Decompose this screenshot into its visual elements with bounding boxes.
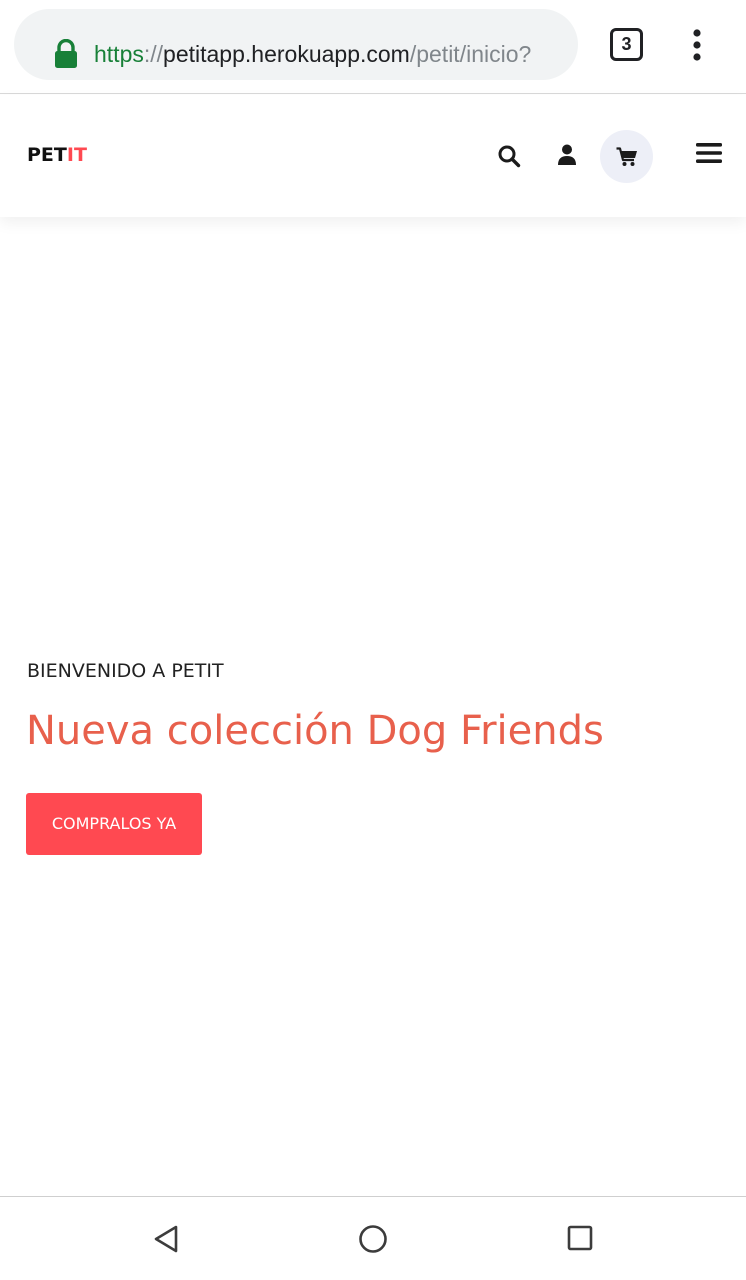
url-host: petitapp.herokuapp.com bbox=[163, 41, 410, 67]
kebab-menu-icon[interactable] bbox=[688, 28, 706, 62]
logo-part-pet: PET bbox=[27, 144, 67, 166]
home-icon[interactable] bbox=[358, 1224, 388, 1254]
cart-icon bbox=[616, 147, 637, 166]
lock-icon bbox=[55, 39, 77, 68]
buy-now-button[interactable]: COMPRALOS YA bbox=[26, 793, 202, 855]
site-logo[interactable]: PETIT bbox=[27, 143, 87, 167]
url-separator: :// bbox=[143, 41, 164, 67]
recents-icon[interactable] bbox=[567, 1225, 593, 1251]
user-icon[interactable] bbox=[557, 144, 577, 166]
site-header: PETIT bbox=[0, 95, 746, 217]
address-bar[interactable]: https://petitapp.herokuapp.com/petit/ini… bbox=[14, 9, 578, 80]
tab-switcher-button[interactable]: 3 bbox=[610, 28, 643, 61]
cart-button[interactable] bbox=[600, 130, 653, 183]
system-nav-bar bbox=[0, 1196, 746, 1280]
browser-toolbar: https://petitapp.herokuapp.com/petit/ini… bbox=[0, 0, 746, 94]
url-path: /petit/inicio? bbox=[409, 41, 532, 67]
hero-title: Nueva colección Dog Friends bbox=[26, 708, 604, 754]
back-icon[interactable] bbox=[152, 1224, 180, 1254]
hero-kicker: BIENVENIDO A PETIT bbox=[27, 660, 224, 682]
hamburger-menu-icon[interactable] bbox=[695, 141, 723, 165]
url-scheme: https bbox=[94, 41, 144, 67]
search-icon[interactable] bbox=[497, 144, 521, 168]
logo-part-it: IT bbox=[66, 144, 87, 166]
url-text: https://petitapp.herokuapp.com/petit/ini… bbox=[94, 39, 531, 69]
